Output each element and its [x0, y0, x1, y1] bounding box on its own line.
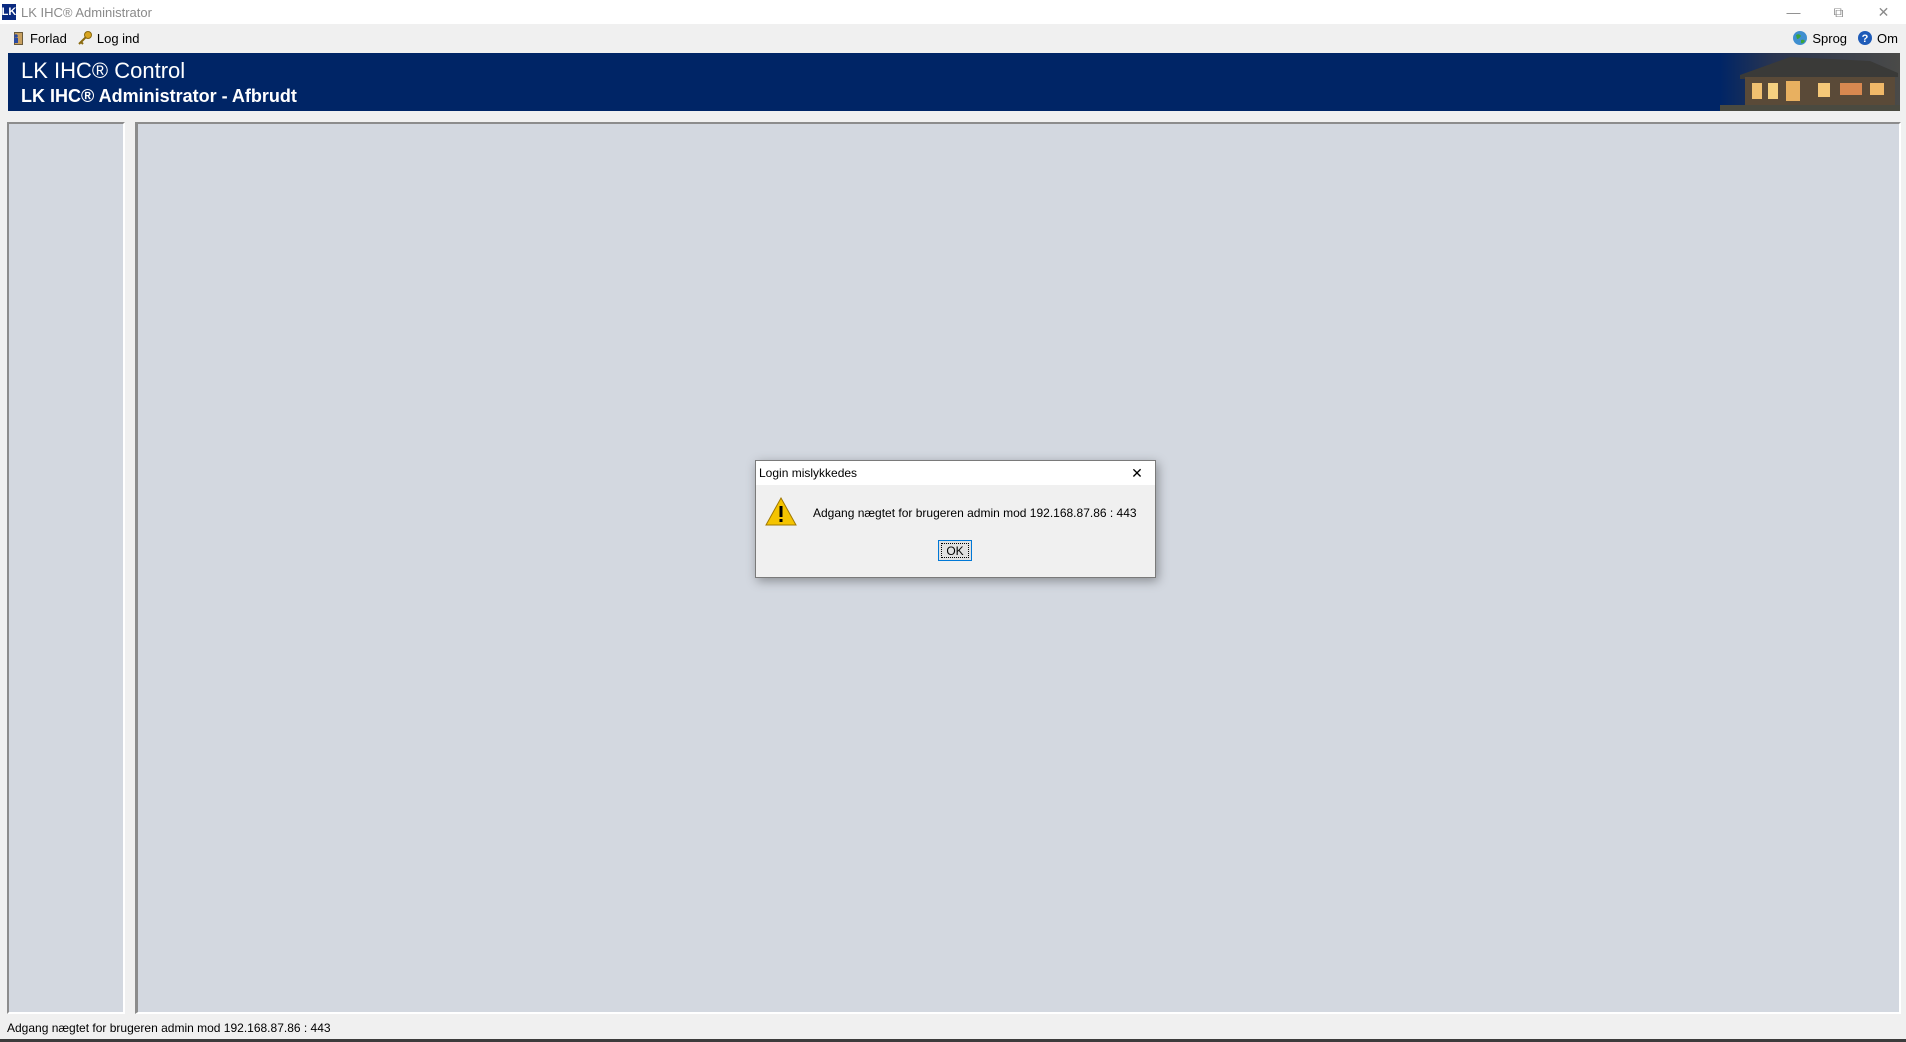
about-button[interactable]: ? Om	[1857, 30, 1898, 46]
login-failed-dialog: Login mislykkedes ✕ Adgang nægtet for br…	[755, 460, 1156, 578]
window-controls: — ⧉ ✕	[1771, 0, 1906, 24]
key-icon	[77, 30, 93, 46]
window-title: LK IHC® Administrator	[21, 4, 152, 20]
banner-subtitle: LK IHC® Administrator - Afbrudt	[21, 86, 297, 106]
navigation-panel	[7, 122, 125, 1014]
dialog-message: Adgang nægtet for brugeren admin mod 192…	[813, 506, 1137, 520]
login-button[interactable]: Log ind	[77, 30, 140, 46]
toolbar-right: Sprog ? Om	[1782, 26, 1898, 50]
login-label: Log ind	[96, 30, 140, 46]
globe-icon	[1792, 30, 1808, 46]
minimize-button[interactable]: —	[1771, 0, 1816, 24]
status-bar: Adgang nægtet for brugeren admin mod 192…	[0, 1018, 1906, 1038]
help-icon: ?	[1857, 30, 1873, 46]
close-window-button[interactable]: ✕	[1861, 0, 1906, 24]
language-button[interactable]: Sprog	[1792, 30, 1847, 46]
house-image	[1720, 53, 1900, 111]
toolbar: Forlad Log ind Sprog ? Om	[0, 26, 1906, 50]
app-window: LK LK IHC® Administrator — ⧉ ✕ Forlad Lo…	[0, 0, 1906, 1042]
exit-label: Forlad	[30, 30, 67, 46]
door-exit-icon	[10, 30, 26, 46]
header-banner: LK IHC® Control LK IHC® Administrator - …	[8, 53, 1900, 111]
dialog-body: Adgang nægtet for brugeren admin mod 192…	[756, 485, 1155, 576]
svg-text:?: ?	[1862, 33, 1869, 45]
title-bar: LK LK IHC® Administrator — ⧉ ✕	[0, 0, 1906, 24]
language-label: Sprog	[1812, 30, 1848, 46]
warning-icon	[765, 497, 797, 526]
dialog-title-bar: Login mislykkedes ✕	[756, 461, 1155, 485]
exit-button[interactable]: Forlad	[10, 30, 67, 46]
ok-button[interactable]: OK	[938, 540, 972, 561]
banner-title: LK IHC® Control	[21, 58, 186, 83]
dialog-close-button[interactable]: ✕	[1127, 463, 1147, 483]
about-label: Om	[1877, 30, 1898, 46]
app-logo-icon: LK	[1, 4, 17, 20]
dialog-title: Login mislykkedes	[759, 466, 858, 480]
status-text: Adgang nægtet for brugeren admin mod 192…	[7, 1021, 331, 1035]
restore-button[interactable]: ⧉	[1816, 0, 1861, 24]
